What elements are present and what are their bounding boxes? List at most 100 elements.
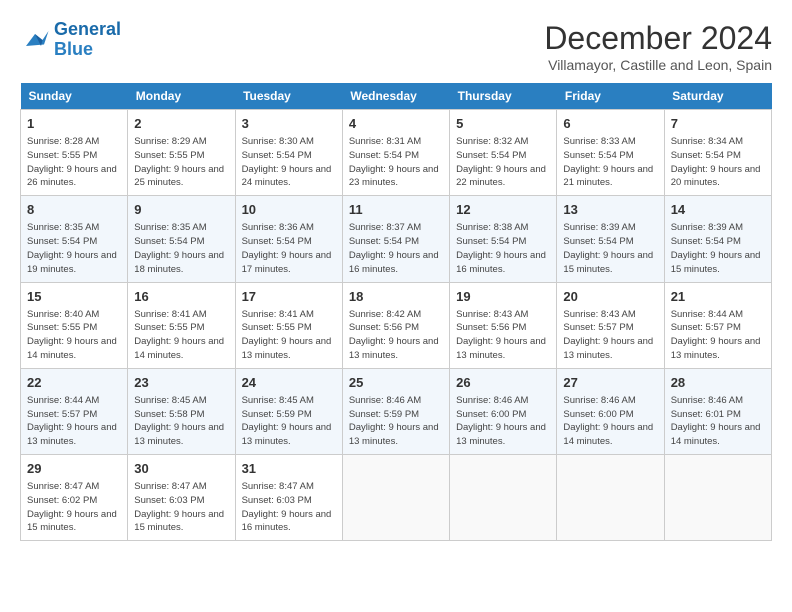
day-info: Sunrise: 8:46 AMSunset: 6:00 PMDaylight:… — [456, 394, 550, 449]
day-info: Sunrise: 8:41 AMSunset: 5:55 PMDaylight:… — [134, 308, 228, 363]
weekday-header-thursday: Thursday — [450, 83, 557, 110]
day-info: Sunrise: 8:44 AMSunset: 5:57 PMDaylight:… — [671, 308, 765, 363]
day-number: 14 — [671, 201, 765, 219]
calendar-cell: 27 Sunrise: 8:46 AMSunset: 6:00 PMDayligh… — [557, 368, 664, 454]
calendar-cell: 17Sunrise: 8:41 AMSunset: 5:55 PMDayligh… — [235, 282, 342, 368]
day-info: Sunrise: 8:47 AMSunset: 6:03 PMDaylight:… — [242, 480, 336, 535]
calendar-cell: 23 Sunrise: 8:45 AMSunset: 5:58 PMDayligh… — [128, 368, 235, 454]
day-number: 28 — [671, 374, 765, 392]
day-info: Sunrise: 8:35 AMSunset: 5:54 PMDaylight:… — [134, 221, 228, 276]
day-number: 20 — [563, 288, 657, 306]
calendar-cell: 5 Sunrise: 8:32 AMSunset: 5:54 PMDaylight… — [450, 110, 557, 196]
day-number: 25 — [349, 374, 443, 392]
day-number: 27 — [563, 374, 657, 392]
title-block: December 2024 Villamayor, Castille and L… — [544, 20, 772, 73]
calendar-cell: 18Sunrise: 8:42 AMSunset: 5:56 PMDayligh… — [342, 282, 449, 368]
calendar-cell: 14Sunrise: 8:39 AMSunset: 5:54 PMDayligh… — [664, 196, 771, 282]
day-number: 29 — [27, 460, 121, 478]
day-info: Sunrise: 8:46 AMSunset: 6:01 PMDaylight:… — [671, 394, 765, 449]
calendar-cell: 24 Sunrise: 8:45 AMSunset: 5:59 PMDayligh… — [235, 368, 342, 454]
day-number: 19 — [456, 288, 550, 306]
day-info: Sunrise: 8:37 AMSunset: 5:54 PMDaylight:… — [349, 221, 443, 276]
day-number: 11 — [349, 201, 443, 219]
calendar-cell: 12Sunrise: 8:38 AMSunset: 5:54 PMDayligh… — [450, 196, 557, 282]
calendar-cell: 4Sunrise: 8:31 AMSunset: 5:54 PMDaylight… — [342, 110, 449, 196]
weekday-header-tuesday: Tuesday — [235, 83, 342, 110]
day-info: Sunrise: 8:47 AMSunset: 6:02 PMDaylight:… — [27, 480, 121, 535]
calendar-cell: 19 Sunrise: 8:43 AMSunset: 5:56 PMDayligh… — [450, 282, 557, 368]
calendar-header-row: SundayMondayTuesdayWednesdayThursdayFrid… — [21, 83, 772, 110]
calendar-cell: 1Sunrise: 8:28 AMSunset: 5:55 PMDaylight… — [21, 110, 128, 196]
calendar-cell: 3 Sunrise: 8:30 AMSunset: 5:54 PMDaylight… — [235, 110, 342, 196]
day-number: 7 — [671, 115, 765, 133]
calendar-cell: 7 Sunrise: 8:34 AMSunset: 5:54 PMDaylight… — [664, 110, 771, 196]
day-number: 2 — [134, 115, 228, 133]
calendar-cell: 21 Sunrise: 8:44 AMSunset: 5:57 PMDayligh… — [664, 282, 771, 368]
calendar-cell: 9 Sunrise: 8:35 AMSunset: 5:54 PMDaylight… — [128, 196, 235, 282]
calendar-cell: 8 Sunrise: 8:35 AMSunset: 5:54 PMDaylight… — [21, 196, 128, 282]
calendar-week-1: 1Sunrise: 8:28 AMSunset: 5:55 PMDaylight… — [21, 110, 772, 196]
page-header: General Blue December 2024 Villamayor, C… — [20, 20, 772, 73]
weekday-header-wednesday: Wednesday — [342, 83, 449, 110]
day-number: 21 — [671, 288, 765, 306]
day-info: Sunrise: 8:30 AMSunset: 5:54 PMDaylight:… — [242, 135, 336, 190]
logo-text: General Blue — [54, 20, 121, 60]
calendar-cell — [450, 455, 557, 541]
calendar-week-4: 22Sunrise: 8:44 AMSunset: 5:57 PMDayligh… — [21, 368, 772, 454]
calendar-body: 1Sunrise: 8:28 AMSunset: 5:55 PMDaylight… — [21, 110, 772, 541]
calendar-cell: 29 Sunrise: 8:47 AMSunset: 6:02 PMDayligh… — [21, 455, 128, 541]
day-info: Sunrise: 8:32 AMSunset: 5:54 PMDaylight:… — [456, 135, 550, 190]
day-info: Sunrise: 8:35 AMSunset: 5:54 PMDaylight:… — [27, 221, 121, 276]
calendar-week-2: 8 Sunrise: 8:35 AMSunset: 5:54 PMDaylight… — [21, 196, 772, 282]
calendar-cell: 26Sunrise: 8:46 AMSunset: 6:00 PMDayligh… — [450, 368, 557, 454]
day-number: 13 — [563, 201, 657, 219]
day-info: Sunrise: 8:41 AMSunset: 5:55 PMDaylight:… — [242, 308, 336, 363]
day-info: Sunrise: 8:28 AMSunset: 5:55 PMDaylight:… — [27, 135, 121, 190]
day-number: 31 — [242, 460, 336, 478]
day-info: Sunrise: 8:34 AMSunset: 5:54 PMDaylight:… — [671, 135, 765, 190]
weekday-header-friday: Friday — [557, 83, 664, 110]
day-number: 9 — [134, 201, 228, 219]
day-number: 15 — [27, 288, 121, 306]
calendar-cell: 20Sunrise: 8:43 AMSunset: 5:57 PMDayligh… — [557, 282, 664, 368]
calendar-cell: 2 Sunrise: 8:29 AMSunset: 5:55 PMDaylight… — [128, 110, 235, 196]
day-number: 4 — [349, 115, 443, 133]
calendar-cell — [664, 455, 771, 541]
logo-icon — [20, 25, 50, 55]
day-info: Sunrise: 8:46 AMSunset: 5:59 PMDaylight:… — [349, 394, 443, 449]
day-info: Sunrise: 8:45 AMSunset: 5:58 PMDaylight:… — [134, 394, 228, 449]
day-number: 24 — [242, 374, 336, 392]
calendar-cell: 22Sunrise: 8:44 AMSunset: 5:57 PMDayligh… — [21, 368, 128, 454]
day-info: Sunrise: 8:39 AMSunset: 5:54 PMDaylight:… — [563, 221, 657, 276]
day-info: Sunrise: 8:43 AMSunset: 5:56 PMDaylight:… — [456, 308, 550, 363]
day-number: 8 — [27, 201, 121, 219]
calendar-cell: 30Sunrise: 8:47 AMSunset: 6:03 PMDayligh… — [128, 455, 235, 541]
day-info: Sunrise: 8:45 AMSunset: 5:59 PMDaylight:… — [242, 394, 336, 449]
weekday-header-saturday: Saturday — [664, 83, 771, 110]
day-number: 5 — [456, 115, 550, 133]
day-number: 3 — [242, 115, 336, 133]
day-info: Sunrise: 8:38 AMSunset: 5:54 PMDaylight:… — [456, 221, 550, 276]
day-number: 23 — [134, 374, 228, 392]
day-info: Sunrise: 8:40 AMSunset: 5:55 PMDaylight:… — [27, 308, 121, 363]
calendar-cell — [557, 455, 664, 541]
calendar-cell: 10Sunrise: 8:36 AMSunset: 5:54 PMDayligh… — [235, 196, 342, 282]
calendar-cell — [342, 455, 449, 541]
day-info: Sunrise: 8:42 AMSunset: 5:56 PMDaylight:… — [349, 308, 443, 363]
day-info: Sunrise: 8:33 AMSunset: 5:54 PMDaylight:… — [563, 135, 657, 190]
day-number: 30 — [134, 460, 228, 478]
calendar-cell: 31 Sunrise: 8:47 AMSunset: 6:03 PMDayligh… — [235, 455, 342, 541]
calendar-cell: 16 Sunrise: 8:41 AMSunset: 5:55 PMDayligh… — [128, 282, 235, 368]
day-number: 16 — [134, 288, 228, 306]
day-info: Sunrise: 8:46 AMSunset: 6:00 PMDaylight:… — [563, 394, 657, 449]
day-number: 6 — [563, 115, 657, 133]
weekday-header-sunday: Sunday — [21, 83, 128, 110]
month-title: December 2024 — [544, 20, 772, 57]
location-subtitle: Villamayor, Castille and Leon, Spain — [544, 57, 772, 73]
calendar-week-3: 15 Sunrise: 8:40 AMSunset: 5:55 PMDayligh… — [21, 282, 772, 368]
calendar-cell: 6 Sunrise: 8:33 AMSunset: 5:54 PMDaylight… — [557, 110, 664, 196]
day-number: 22 — [27, 374, 121, 392]
day-number: 10 — [242, 201, 336, 219]
day-info: Sunrise: 8:29 AMSunset: 5:55 PMDaylight:… — [134, 135, 228, 190]
calendar-cell: 28 Sunrise: 8:46 AMSunset: 6:01 PMDayligh… — [664, 368, 771, 454]
